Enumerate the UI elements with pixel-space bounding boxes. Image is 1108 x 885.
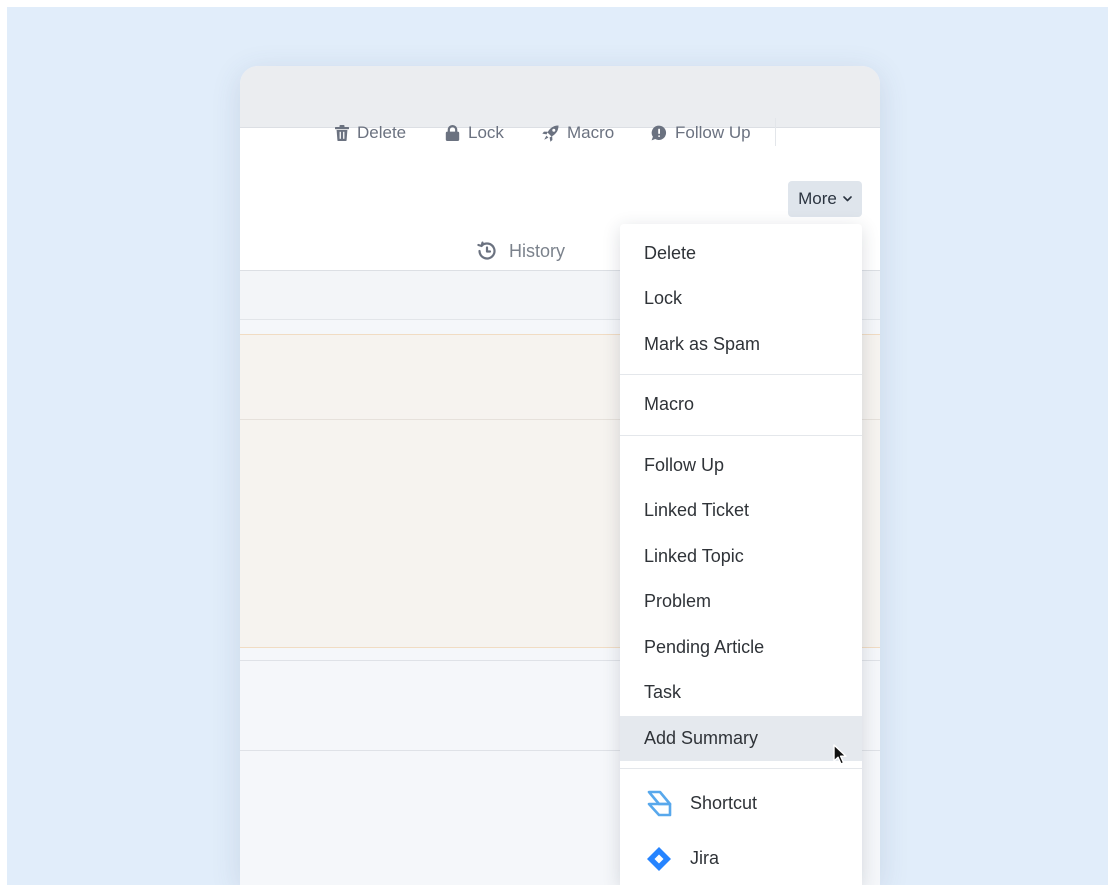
lock-action-label: Lock xyxy=(468,123,504,142)
lock-action-button[interactable]: Lock xyxy=(445,121,504,145)
menu-item-label: Delete xyxy=(644,243,697,263)
menu-item-task[interactable]: Task xyxy=(620,670,862,715)
trash-icon xyxy=(335,125,349,141)
delete-action-label: Delete xyxy=(357,123,407,142)
menu-item-label: Pending Article xyxy=(644,637,765,657)
more-dropdown-menu: Delete Lock Mark as Spam Macro Follow Up… xyxy=(620,224,862,885)
shortcut-logo-icon xyxy=(647,790,672,816)
speech-bubble-icon xyxy=(651,125,667,141)
menu-item-delete[interactable]: Delete xyxy=(620,231,862,276)
menu-item-label: Mark as Spam xyxy=(644,334,761,354)
follow-up-action-label: Follow Up xyxy=(675,123,751,142)
toolbar-separator xyxy=(775,118,776,146)
history-icon xyxy=(477,241,496,260)
menu-item-label: Problem xyxy=(644,591,712,611)
more-button[interactable]: More xyxy=(788,181,862,217)
menu-item-label: Follow Up xyxy=(644,455,725,475)
menu-item-problem[interactable]: Problem xyxy=(620,579,862,624)
menu-item-lock[interactable]: Lock xyxy=(620,276,862,321)
menu-item-label: Macro xyxy=(644,394,695,414)
menu-divider xyxy=(620,374,862,375)
mouse-cursor-icon xyxy=(833,744,847,765)
menu-item-macro[interactable]: Macro xyxy=(620,382,862,427)
menu-item-label: Jira xyxy=(690,848,720,868)
rocket-icon xyxy=(542,125,559,142)
menu-item-label: Linked Ticket xyxy=(644,500,750,520)
macro-action-label: Macro xyxy=(567,123,615,142)
menu-item-label: Linked Topic xyxy=(644,546,744,566)
chevron-down-icon xyxy=(843,196,852,202)
menu-item-label: Add Summary xyxy=(644,728,759,748)
menu-item-linked-topic[interactable]: Linked Topic xyxy=(620,534,862,579)
menu-item-label: Lock xyxy=(644,288,683,308)
menu-item-shortcut[interactable]: Shortcut xyxy=(620,781,862,826)
history-button[interactable]: History xyxy=(475,239,565,263)
menu-item-mark-as-spam[interactable]: Mark as Spam xyxy=(620,322,862,367)
menu-item-label: Task xyxy=(644,682,682,702)
menu-item-pending-article[interactable]: Pending Article xyxy=(620,625,862,670)
history-label: History xyxy=(509,240,566,261)
follow-up-action-button[interactable]: Follow Up xyxy=(651,121,751,145)
more-button-label: More xyxy=(798,189,837,208)
menu-divider xyxy=(620,768,862,769)
delete-action-button[interactable]: Delete xyxy=(335,121,406,145)
menu-item-follow-up[interactable]: Follow Up xyxy=(620,443,862,488)
jira-logo-icon xyxy=(647,846,671,871)
window-titlebar xyxy=(240,66,880,127)
menu-item-add-summary[interactable]: Add Summary xyxy=(620,716,862,761)
macro-action-button[interactable]: Macro xyxy=(542,121,614,145)
menu-item-label: Shortcut xyxy=(690,793,758,813)
menu-item-linked-ticket[interactable]: Linked Ticket xyxy=(620,488,862,533)
menu-divider xyxy=(620,435,862,436)
lock-icon xyxy=(445,125,460,141)
menu-item-jira[interactable]: Jira xyxy=(620,836,862,881)
